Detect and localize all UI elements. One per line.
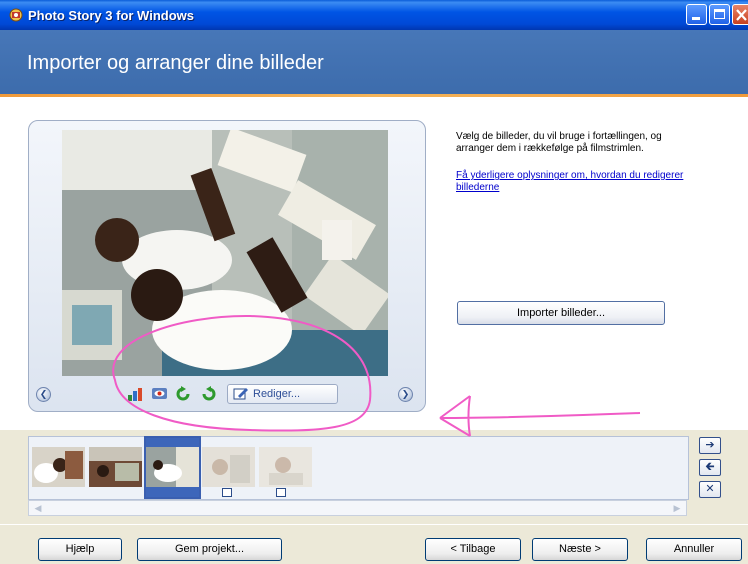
next-button[interactable]: Næste > — [532, 538, 628, 561]
move-right-button[interactable]: ➔ — [699, 437, 721, 454]
instructions-text: Vælg de billeder, du vil bruge i fortæll… — [456, 131, 662, 154]
photo-preview — [62, 130, 388, 376]
delete-icon: ✕ — [705, 483, 715, 495]
minimize-button[interactable] — [686, 4, 707, 25]
close-button[interactable] — [732, 4, 748, 25]
filmstrip-thumbnail[interactable] — [32, 447, 85, 487]
previous-picture-button[interactable]: ❮ — [36, 387, 51, 402]
auto-levels-button[interactable] — [127, 385, 144, 402]
auto-levels-icon — [128, 388, 142, 401]
close-icon — [736, 9, 747, 21]
thumbnail-edited-icon — [222, 488, 232, 497]
title-bar: Photo Story 3 for Windows — [0, 0, 748, 30]
arrow-left-icon: ❮ — [39, 389, 48, 399]
filmstrip-thumbnail[interactable] — [259, 447, 312, 487]
move-left-button[interactable]: 🡰 — [699, 459, 721, 476]
filmstrip-thumbnail[interactable] — [202, 447, 255, 487]
maximize-icon — [714, 9, 725, 19]
red-eye-icon — [152, 388, 167, 399]
arrow-right-icon: ➔ — [705, 439, 715, 451]
arrow-left-icon: 🡰 — [705, 461, 715, 473]
help-link[interactable]: Få yderligere oplysninger om, hvordan du… — [456, 170, 696, 194]
bottom-separator — [0, 524, 748, 525]
photo-preview-image — [62, 130, 388, 376]
scroll-left-icon[interactable]: ◀ — [32, 502, 44, 514]
rotate-right-icon — [202, 386, 216, 401]
minimize-icon — [692, 17, 700, 20]
photo-story-app-icon — [9, 8, 23, 22]
filmstrip-thumbnail[interactable] — [89, 447, 142, 487]
rotate-left-button[interactable] — [175, 385, 192, 402]
arrow-right-icon: ❯ — [401, 389, 410, 399]
help-button[interactable]: Hjælp — [38, 538, 122, 561]
rotate-right-button[interactable] — [200, 385, 217, 402]
save-project-button[interactable]: Gem projekt... — [137, 538, 282, 561]
page-header: Importer og arranger dine billeder — [0, 30, 748, 94]
edit-button-label: Rediger... — [253, 388, 301, 400]
filmstrip-thumbnail-selected[interactable] — [144, 436, 201, 499]
back-button[interactable]: < Tilbage — [425, 538, 521, 561]
edit-icon — [233, 388, 248, 400]
remove-picture-button[interactable]: ✕ — [699, 481, 721, 498]
red-eye-button[interactable] — [151, 385, 168, 402]
rotate-left-icon — [176, 386, 190, 401]
window-title: Photo Story 3 for Windows — [28, 8, 194, 23]
scroll-right-icon[interactable]: ▶ — [671, 502, 683, 514]
maximize-button[interactable] — [709, 4, 730, 25]
edit-button[interactable]: Rediger... — [227, 384, 338, 404]
thumbnail-edited-icon — [276, 488, 286, 497]
page-title: Importer og arranger dine billeder — [27, 52, 324, 74]
import-pictures-button[interactable]: Importer billeder... — [457, 301, 665, 325]
next-picture-button[interactable]: ❯ — [398, 387, 413, 402]
cancel-button[interactable]: Annuller — [646, 538, 742, 561]
filmstrip-scrollbar[interactable]: ◀ ▶ — [28, 500, 687, 516]
